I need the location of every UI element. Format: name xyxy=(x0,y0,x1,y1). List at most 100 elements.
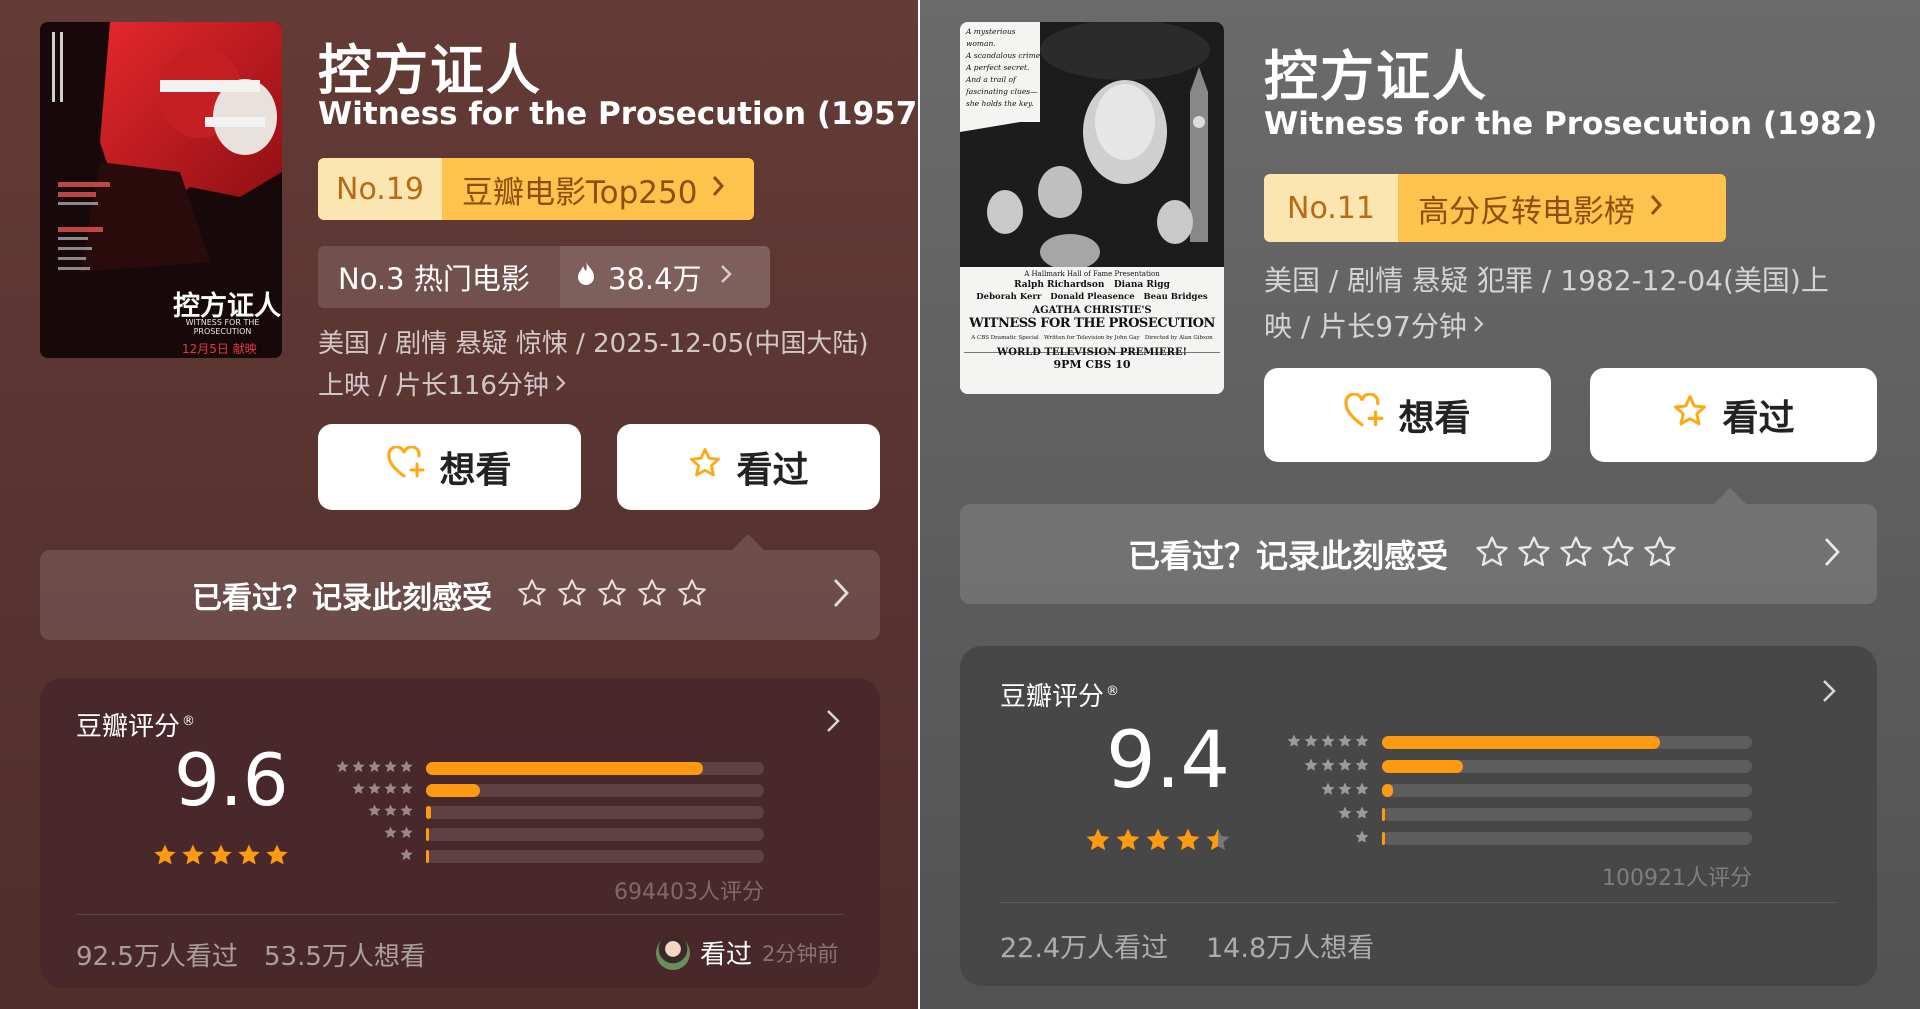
rating-count: 694403人评分 xyxy=(614,880,764,905)
star-small-icon xyxy=(399,759,414,778)
star-outline-icon[interactable] xyxy=(1558,535,1594,573)
want-count[interactable]: 14.8万人想看 xyxy=(1206,926,1374,965)
rating-count: 100921人评分 xyxy=(1602,866,1752,891)
star-small-icon xyxy=(1354,805,1370,825)
star-small-icon xyxy=(1320,733,1336,753)
movie-card-1957: 控方证人 WITNESS FOR THE PROSECUTION 12月5日 献… xyxy=(0,0,918,1009)
bar-track xyxy=(1382,784,1752,797)
score-stars xyxy=(152,842,290,872)
bar-fill xyxy=(426,850,429,863)
rating-row-1-star xyxy=(400,848,764,863)
rank-number: No.19 xyxy=(318,158,442,220)
watched-button[interactable]: 看过 xyxy=(617,424,880,510)
rank-list-name: 豆瓣电影Top250 xyxy=(462,174,698,211)
tagline-line: And a trail of xyxy=(966,75,1016,84)
star-filled-icon xyxy=(1174,826,1202,858)
hot-movie-badge[interactable]: No.3 热门电影 38.4万 xyxy=(318,246,770,308)
watched-label: 看过 xyxy=(1722,398,1795,439)
rating-row-4-star xyxy=(352,782,764,797)
poster-premiere: WORLD TELEVISION PREMIERE! xyxy=(997,347,1187,358)
empty-star-rating[interactable] xyxy=(1474,535,1678,573)
poster-brand: AGATHA CHRISTIE'S xyxy=(1032,305,1152,316)
poster-1982[interactable]: A mysterious woman. A scandalous crime. … xyxy=(960,22,1224,394)
star-small-icon xyxy=(1337,757,1353,777)
star-filled-icon xyxy=(236,842,262,872)
seen-count[interactable]: 22.4万人看过 xyxy=(1000,926,1168,965)
movie-meta[interactable]: 美国 / 剧情 悬疑 犯罪 / 1982-12-04(美国)上 映 / 片长97… xyxy=(1264,258,1884,350)
star-filled-icon xyxy=(1084,826,1112,858)
rating-row-2-star xyxy=(384,826,764,841)
record-feeling-bar[interactable]: 已看过？记录此刻感受 xyxy=(960,504,1877,604)
rank-badge[interactable]: No.11 高分反转电影榜 xyxy=(1264,174,1726,242)
registered-mark: ® xyxy=(1106,684,1120,700)
bar-track xyxy=(426,806,764,819)
row-stars xyxy=(1337,805,1370,825)
star-outline-icon xyxy=(688,447,722,488)
star-outline-icon[interactable] xyxy=(636,578,668,612)
star-small-icon xyxy=(1320,757,1336,777)
row-stars xyxy=(1320,781,1370,801)
rating-row-3-star xyxy=(368,804,764,819)
douban-rating-label[interactable]: 豆瓣评分 ® xyxy=(1000,676,1119,713)
chevron-right-icon[interactable] xyxy=(1822,678,1836,708)
row-stars xyxy=(383,825,414,844)
seen-count[interactable]: 92.5万人看过 xyxy=(76,936,238,973)
record-feeling-bar[interactable]: 已看过？记录此刻感受 xyxy=(40,550,880,640)
bar-fill xyxy=(1382,784,1394,797)
movie-title-en: Witness for the Prosecution (1982) xyxy=(1264,106,1878,142)
tagline-line: A scandalous crime. xyxy=(966,51,1043,60)
rank-list: 高分反转电影榜 xyxy=(1398,174,1726,242)
star-small-icon xyxy=(399,847,414,866)
row-stars xyxy=(399,847,414,866)
poster-1957-subtitle: WITNESS FOR THE PROSECUTION xyxy=(185,318,260,336)
meta-line-2-row: 映 / 片长97分钟 xyxy=(1264,304,1884,350)
rank-badge[interactable]: No.19 豆瓣电影Top250 xyxy=(318,158,754,220)
tooltip-notch xyxy=(1714,488,1746,504)
bar-fill xyxy=(1382,760,1464,773)
want-to-watch-button[interactable]: 想看 xyxy=(1264,368,1551,462)
star-small-icon xyxy=(383,759,398,778)
poster-cast-1: Ralph Richardson Diana Rigg xyxy=(1014,280,1170,290)
star-small-icon xyxy=(1354,757,1370,777)
flame-icon xyxy=(576,260,596,294)
movie-title-cn: 控方证人 xyxy=(1264,45,1488,108)
want-count[interactable]: 53.5万人想看 xyxy=(264,936,426,973)
divider xyxy=(1000,902,1837,903)
friend-activity[interactable]: 看过 2分钟前 xyxy=(656,934,838,971)
want-label: 想看 xyxy=(439,450,512,491)
tagline-line: A perfect secret. xyxy=(966,63,1030,72)
star-outline-icon[interactable] xyxy=(516,578,548,612)
heart-plus-icon xyxy=(1344,391,1384,438)
star-outline-icon[interactable] xyxy=(1474,535,1510,573)
rank-list-name: 高分反转电影榜 xyxy=(1418,193,1635,230)
poster-1982-tagline: A mysterious woman. A scandalous crime. … xyxy=(966,26,1046,110)
record-feeling-label: 已看过？记录此刻感受 xyxy=(1128,537,1449,575)
poster-1957[interactable]: 控方证人 WITNESS FOR THE PROSECUTION 12月5日 献… xyxy=(40,22,282,358)
tagline-line: A mysterious woman. xyxy=(966,27,1016,48)
watched-button[interactable]: 看过 xyxy=(1590,368,1877,462)
star-outline-icon[interactable] xyxy=(676,578,708,612)
star-small-icon xyxy=(1303,733,1319,753)
rating-row-3-star xyxy=(1321,782,1752,797)
movie-meta[interactable]: 美国 / 剧情 悬疑 惊悚 / 2025-12-05(中国大陆) 上映 / 片长… xyxy=(318,323,898,407)
want-to-watch-button[interactable]: 想看 xyxy=(318,424,581,510)
movie-title-en: Witness for the Prosecution (1957) xyxy=(318,96,918,132)
star-outline-icon[interactable] xyxy=(1642,535,1678,573)
chevron-right-icon[interactable] xyxy=(826,708,840,738)
star-filled-icon xyxy=(152,842,178,872)
star-outline-icon[interactable] xyxy=(1600,535,1636,573)
row-stars xyxy=(335,759,414,778)
rank-list: 豆瓣电影Top250 xyxy=(442,158,754,220)
movie-card-1982: A mysterious woman. A scandalous crime. … xyxy=(920,0,1920,1009)
poster-film-title: WITNESS FOR THE PROSECUTION xyxy=(969,316,1215,331)
avatar xyxy=(656,935,690,970)
star-small-icon xyxy=(1354,781,1370,801)
empty-star-rating[interactable] xyxy=(516,578,708,612)
star-outline-icon[interactable] xyxy=(556,578,588,612)
bar-fill xyxy=(426,784,481,797)
star-small-icon xyxy=(383,803,398,822)
star-outline-icon[interactable] xyxy=(1516,535,1552,573)
star-outline-icon[interactable] xyxy=(596,578,628,612)
friend-time: 2分钟前 xyxy=(762,941,839,966)
rank-number: No.11 xyxy=(1264,174,1398,242)
